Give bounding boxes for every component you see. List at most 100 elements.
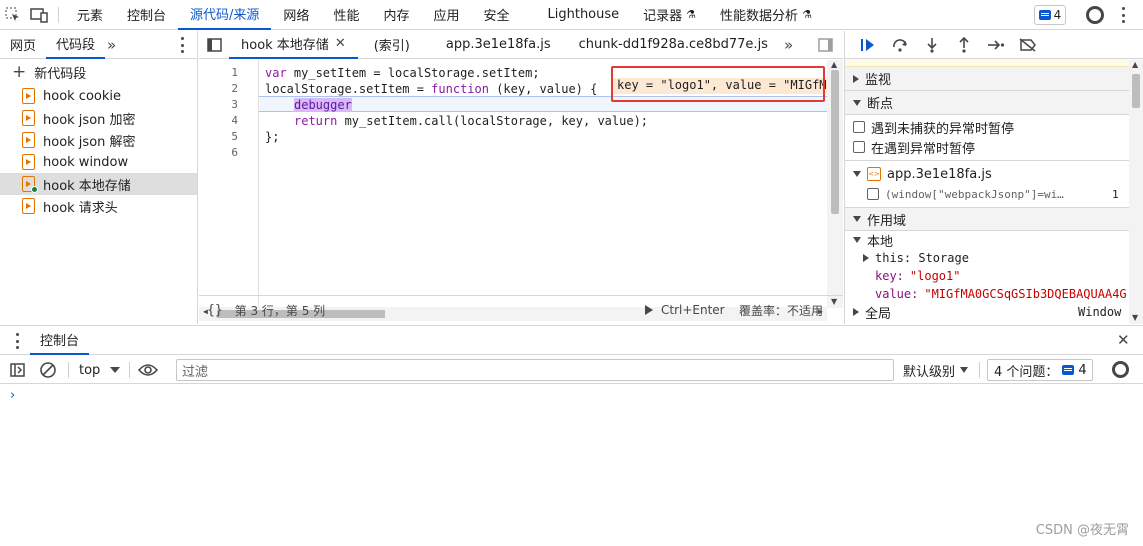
breakpoints-section-header[interactable]: 断点 — [845, 91, 1143, 115]
resume-icon[interactable] — [853, 33, 883, 57]
tab-elements[interactable]: 元素 — [65, 0, 115, 30]
scope-this-row[interactable]: this: Storage — [845, 249, 1143, 267]
devtools-main-tabbar: 元素 控制台 源代码/来源 网络 性能 内存 应用 安全 Lighthouse … — [0, 0, 1143, 30]
run-snippet-button[interactable]: Ctrl+Enter — [645, 303, 725, 317]
vertical-scroll-thumb[interactable] — [831, 70, 839, 214]
tab-console[interactable]: 控制台 — [115, 0, 178, 30]
vertical-scrollbar[interactable]: ▲ ▼ — [827, 60, 843, 308]
tab-sources[interactable]: 源代码/来源 — [178, 0, 272, 30]
editor-tab[interactable]: (索引) — [362, 31, 422, 59]
scope-section-header[interactable]: 作用域 — [845, 207, 1143, 231]
drawer-tab-label: 控制台 — [40, 334, 80, 349]
tab-recorder[interactable]: 记录器 ⚗ — [631, 0, 708, 30]
scope-local-row[interactable]: 本地 — [845, 231, 1143, 249]
line-number[interactable]: 6 — [231, 146, 238, 159]
line-number[interactable]: 4 — [231, 114, 238, 127]
watch-section-header[interactable]: 监视 — [845, 67, 1143, 91]
dropdown-arrow-icon — [960, 367, 969, 373]
breakpoint-checkbox[interactable] — [867, 188, 879, 200]
line-number[interactable]: 5 — [231, 130, 238, 143]
step-into-icon[interactable] — [917, 33, 947, 57]
inspect-element-icon[interactable] — [0, 0, 26, 30]
deactivate-breakpoints-icon[interactable] — [1013, 33, 1043, 57]
drawer-menu-icon[interactable] — [15, 333, 19, 349]
sidebar-scrollbar[interactable]: ▲ ▼ — [1129, 60, 1143, 324]
pause-uncaught-option[interactable]: 遇到未捕获的异常时暂停 — [845, 117, 1143, 137]
close-drawer-icon[interactable]: ✕ — [1117, 331, 1130, 349]
scope-key-row[interactable]: key: "logo1" — [845, 267, 1143, 285]
toggle-debugger-sidebar-icon[interactable] — [818, 38, 833, 55]
editor-status-bar: {} 第 3 行，第 5 列 Ctrl+Enter 覆盖率：不适用 — [199, 295, 843, 324]
live-expression-eye-icon[interactable] — [137, 363, 159, 380]
console-prompt-chevron-icon[interactable]: › — [10, 388, 15, 403]
sources-navigator: 网页 代码段 » + 新代码段 hook cookie hook json 加密… — [0, 31, 198, 324]
context-selector[interactable]: top — [79, 356, 121, 384]
tab-application[interactable]: 应用 — [421, 0, 471, 30]
sidebar-scroll-thumb[interactable] — [1132, 74, 1140, 108]
snippet-item-selected[interactable]: hook 本地存储 — [0, 173, 197, 195]
pretty-print-icon[interactable]: {} — [207, 303, 223, 318]
more-tabs-chevron-icon[interactable]: » — [107, 36, 116, 54]
code-area[interactable]: 1 2 3 4 5 6 var my_setItem = localStorag… — [199, 60, 827, 321]
console-filter-input[interactable]: 过滤 — [176, 359, 894, 381]
scope-value-row[interactable]: value: "MIGfMA0GCSqGSIb3DQEBAQUAA4G — [845, 285, 1143, 303]
console-settings-gear-icon[interactable] — [1112, 361, 1129, 378]
navigator-tab-snippets[interactable]: 代码段 — [46, 31, 106, 59]
close-tab-icon[interactable]: ✕ — [335, 36, 346, 51]
step-over-icon[interactable] — [885, 33, 915, 57]
step-icon[interactable] — [981, 33, 1011, 57]
breakpoint-entry[interactable]: (window["webpackJsonp"]=wi… 1 — [845, 184, 1143, 204]
navigator-menu-icon[interactable] — [180, 37, 184, 53]
scroll-up-icon[interactable]: ▲ — [1132, 60, 1138, 69]
pause-caught-option[interactable]: 在遇到异常时暂停 — [845, 137, 1143, 157]
code-line-2: localStorage.setItem = function (key, va… — [265, 82, 597, 96]
scope-global-row[interactable]: 全局 Window — [845, 303, 1143, 321]
drawer-tabbar: 控制台 ✕ — [0, 325, 1143, 355]
customize-menu-icon[interactable] — [1121, 7, 1125, 23]
line-number-gutter[interactable]: 1 2 3 4 5 6 — [199, 60, 259, 308]
scroll-down-icon[interactable]: ▼ — [1132, 313, 1138, 322]
editor-tab[interactable]: app.3e1e18fa.js — [434, 31, 563, 59]
tab-security[interactable]: 安全 — [471, 0, 521, 30]
snippet-item[interactable]: hook 请求头 — [0, 195, 197, 217]
toggle-navigator-icon[interactable] — [199, 37, 229, 52]
log-level-dropdown[interactable]: 默认级别 — [903, 356, 969, 384]
pause-uncaught-checkbox[interactable] — [853, 121, 865, 133]
line-number[interactable]: 1 — [231, 66, 238, 79]
tab-lighthouse[interactable]: Lighthouse — [536, 0, 632, 30]
line-number[interactable]: 2 — [231, 82, 238, 95]
cursor-position: 第 3 行，第 5 列 — [234, 303, 326, 318]
tab-memory[interactable]: 内存 — [371, 0, 421, 30]
toolbar-divider — [129, 362, 130, 378]
device-toolbar-icon[interactable] — [26, 0, 52, 30]
console-input-area[interactable] — [22, 386, 1122, 404]
navigator-tab-page[interactable]: 网页 — [0, 31, 46, 59]
editor-tab-active[interactable]: hook 本地存储 ✕ — [229, 31, 358, 59]
tab-network[interactable]: 网络 — [271, 0, 321, 30]
new-snippet-button[interactable]: + 新代码段 — [0, 59, 197, 85]
settings-gear-icon[interactable] — [1086, 6, 1104, 24]
scroll-up-icon[interactable]: ▲ — [831, 60, 837, 69]
more-tabs-chevron-icon[interactable]: » — [784, 36, 793, 54]
breakpoint-file-row[interactable]: <> app.3e1e18fa.js — [845, 164, 1143, 184]
scope-this-label: this: Storage — [875, 251, 969, 265]
snippet-item[interactable]: hook window — [0, 151, 197, 173]
drawer-tab-console[interactable]: 控制台 — [30, 326, 90, 355]
clear-console-icon[interactable] — [39, 361, 57, 382]
editor-tab[interactable]: chunk-dd1f928a.ce8bd77e.js — [567, 31, 780, 59]
issues-counter-button[interactable]: 4 — [1034, 5, 1066, 25]
line-number[interactable]: 3 — [231, 98, 238, 111]
snippet-item[interactable]: hook json 加密 — [0, 107, 197, 129]
toolbar-divider — [58, 6, 59, 23]
step-out-icon[interactable] — [949, 33, 979, 57]
console-toolbar: top 过滤 默认级别 4 个问题： 4 — [0, 356, 1143, 384]
snippet-item[interactable]: hook json 解密 — [0, 129, 197, 151]
console-issues-button[interactable]: 4 个问题： 4 — [987, 359, 1093, 381]
tab-performance-insights[interactable]: 性能数据分析 ⚗ — [708, 0, 824, 30]
pause-caught-checkbox[interactable] — [853, 141, 865, 153]
tab-performance[interactable]: 性能 — [321, 0, 371, 30]
debugger-statement: debugger — [294, 98, 352, 112]
show-console-sidebar-icon[interactable] — [10, 363, 25, 380]
snippet-item[interactable]: hook cookie — [0, 85, 197, 107]
collapse-arrow-icon — [853, 99, 861, 106]
